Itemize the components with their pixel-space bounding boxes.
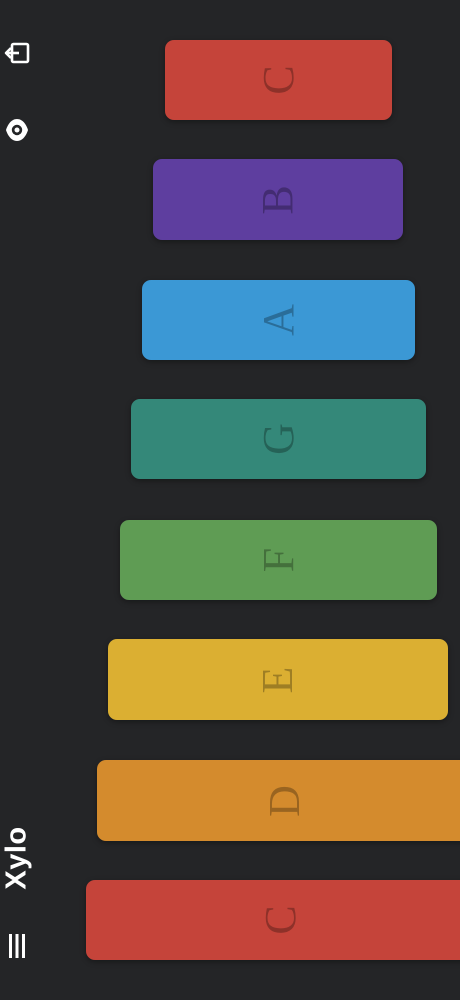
xylophone-key-c-high[interactable]: C [165, 40, 392, 120]
xylophone-app: Xylo C B A G F E D C [0, 0, 460, 1000]
xylophone-key-f[interactable]: F [120, 520, 437, 600]
menu-icon[interactable] [7, 932, 27, 960]
key-label: G [253, 423, 303, 455]
xylophone-key-d[interactable]: D [97, 760, 460, 841]
key-label: E [253, 666, 302, 693]
key-label: A [253, 304, 303, 336]
exit-icon[interactable] [3, 38, 33, 68]
xylophone-key-g[interactable]: G [131, 399, 426, 479]
app-title: Xylo [0, 826, 33, 890]
xylophone-key-b[interactable]: B [153, 159, 403, 240]
key-label: B [253, 184, 302, 215]
key-label: C [256, 905, 305, 935]
xylophone-key-c-low[interactable]: C [86, 880, 460, 960]
key-label: D [259, 784, 309, 817]
key-label: F [253, 547, 303, 573]
xylophone-key-e[interactable]: E [108, 639, 448, 720]
side-toolbar: Xylo [0, 0, 60, 1000]
key-label: C [253, 65, 303, 95]
xylophone-key-a[interactable]: A [142, 280, 415, 360]
eye-icon[interactable] [4, 115, 30, 145]
